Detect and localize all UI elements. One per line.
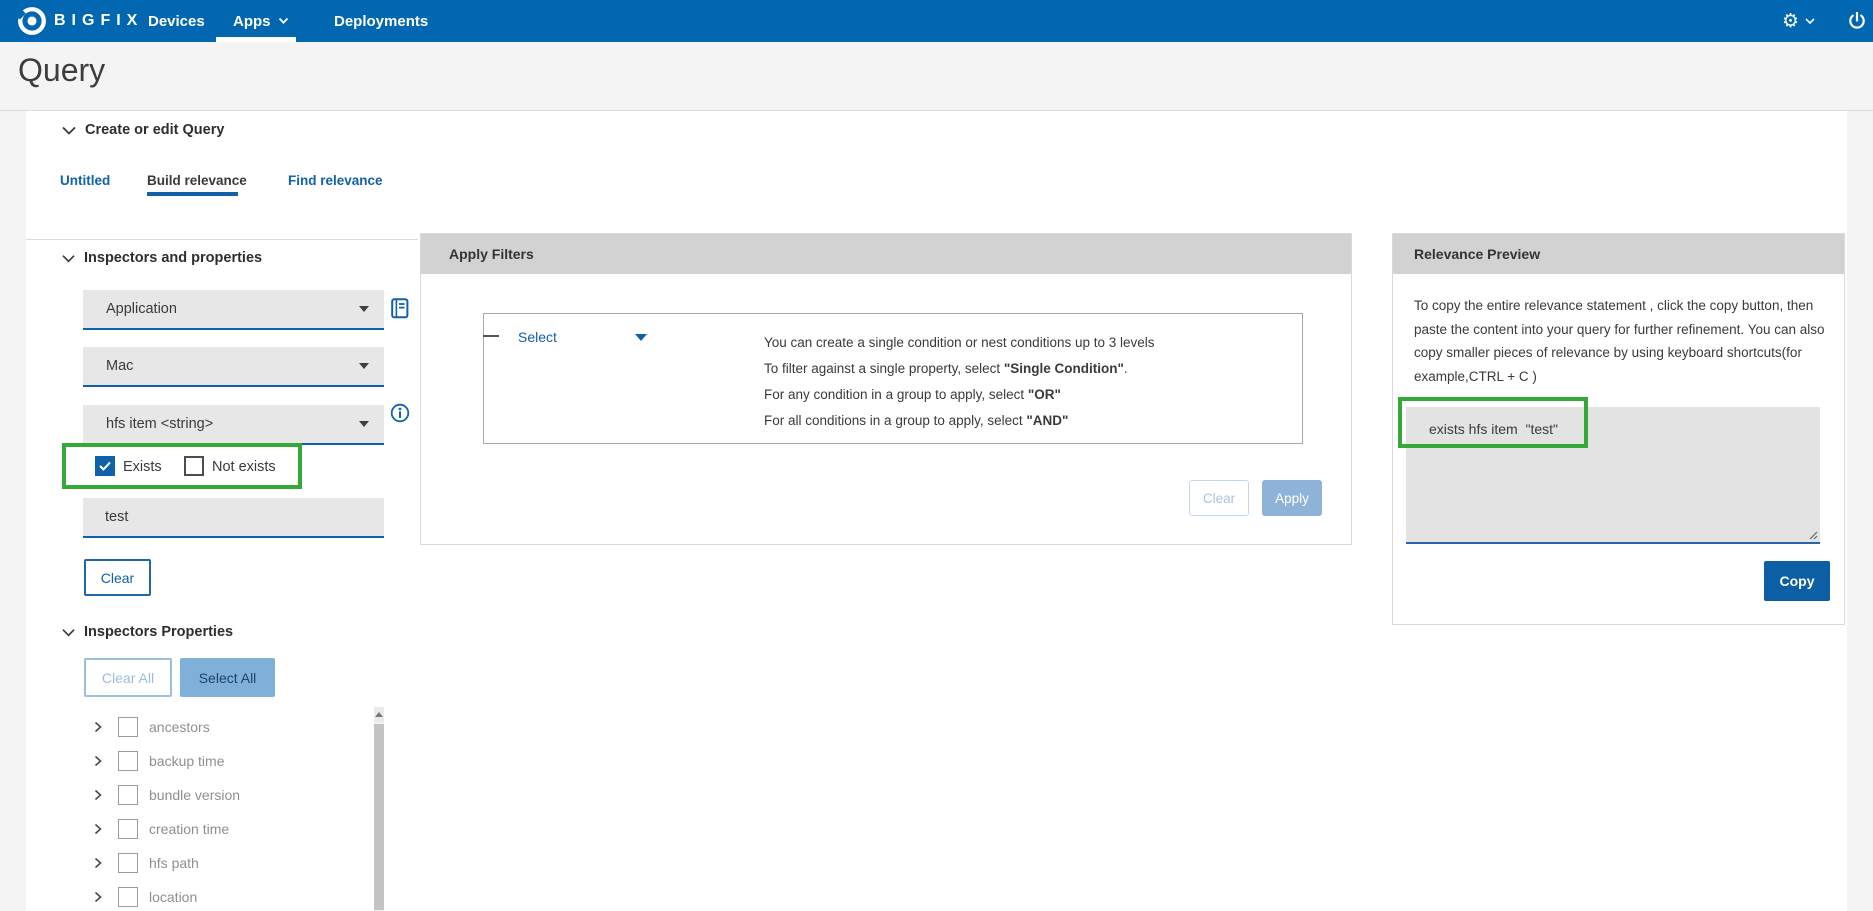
property-checkbox[interactable] (118, 819, 138, 839)
exists-label: Exists (123, 459, 162, 475)
chevron-down-icon (635, 334, 647, 341)
chevron-right-icon[interactable] (94, 789, 102, 801)
filters-apply-button[interactable]: Apply (1262, 480, 1322, 516)
property-tree: ancestors backup time bundle version cre… (84, 710, 370, 911)
relevance-textarea[interactable]: exists hfs item "test" (1406, 407, 1820, 544)
chevron-down-icon (62, 628, 75, 637)
active-tab-underline (147, 192, 238, 196)
relevance-preview-description: To copy the entire relevance statement ,… (1414, 294, 1828, 388)
tree-row: location (84, 880, 370, 911)
nav-item-apps[interactable]: Apps (233, 0, 289, 42)
tab-build-relevance[interactable]: Build relevance (147, 173, 247, 188)
query-log-notebook-icon[interactable] (391, 298, 409, 324)
tab-untitled[interactable]: Untitled (60, 173, 110, 188)
scrollbar-up-button[interactable] (374, 707, 384, 722)
inspector-dropdown-application[interactable]: Application (83, 290, 384, 330)
gear-icon: ⚙ (1782, 0, 1799, 42)
chevron-down-icon (359, 306, 369, 312)
chevron-down-icon (359, 421, 369, 427)
brand-text: BIGFIX (54, 12, 143, 30)
relevance-preview-header: Relevance Preview (1393, 234, 1844, 274)
chevron-right-icon[interactable] (94, 857, 102, 869)
power-logout-icon[interactable] (1846, 10, 1868, 37)
tree-scrollbar-track[interactable] (374, 707, 384, 911)
nav-item-deployments[interactable]: Deployments (334, 0, 428, 42)
clear-all-button[interactable]: Clear All (84, 658, 172, 697)
relevance-text: exists hfs item "test" (1406, 407, 1820, 437)
clear-button[interactable]: Clear (84, 559, 151, 596)
not-exists-label: Not exists (212, 459, 276, 475)
chevron-right-icon[interactable] (94, 823, 102, 835)
tree-row: hfs path (84, 846, 370, 880)
tree-row: backup time (84, 744, 370, 778)
tree-row: bundle version (84, 778, 370, 812)
chevron-down-icon (278, 17, 289, 25)
property-checkbox[interactable] (118, 785, 138, 805)
select-all-button[interactable]: Select All (180, 658, 275, 697)
page-title: Query (18, 52, 105, 89)
section-inspectors-properties[interactable]: Inspectors Properties (62, 624, 233, 640)
inspector-dropdown-property[interactable]: hfs item <string> (83, 405, 384, 445)
left-panel-divider (26, 239, 418, 240)
tree-connector-line (483, 335, 499, 337)
chevron-right-icon[interactable] (94, 721, 102, 733)
filters-clear-button[interactable]: Clear (1189, 480, 1249, 516)
tree-row: creation time (84, 812, 370, 846)
tree-scrollbar-thumb[interactable] (374, 724, 384, 910)
accordion-title: Create or edit Query (85, 122, 224, 138)
copy-button[interactable]: Copy (1764, 561, 1830, 601)
relevance-preview-panel: Relevance Preview To copy the entire rel… (1392, 233, 1845, 625)
property-checkbox[interactable] (118, 853, 138, 873)
info-icon[interactable] (390, 403, 410, 428)
property-checkbox[interactable] (118, 751, 138, 771)
chevron-down-icon (359, 363, 369, 369)
exists-checkbox[interactable] (95, 456, 115, 476)
bigfix-query-app: BIGFIX Devices Apps Deployments ⚙ (0, 0, 1873, 911)
filter-instructions: You can create a single condition or nes… (764, 330, 1155, 434)
chevron-down-icon (62, 254, 75, 263)
tree-row: ancestors (84, 710, 370, 744)
chevron-down-icon (1805, 18, 1815, 25)
brand-wordmark[interactable]: BIGFIX (54, 0, 143, 42)
section-title: Inspectors and properties (84, 250, 262, 266)
triangle-up-icon (375, 712, 383, 717)
value-input[interactable] (83, 498, 384, 538)
settings-menu[interactable]: ⚙ (1782, 0, 1815, 42)
property-checkbox[interactable] (118, 887, 138, 907)
condition-builder-box: Select You can create a single condition… (483, 313, 1303, 444)
section-inspectors-and-properties[interactable]: Inspectors and properties (62, 250, 262, 266)
property-checkbox[interactable] (118, 717, 138, 737)
resize-handle-icon[interactable] (1807, 529, 1818, 540)
not-exists-checkbox[interactable] (184, 456, 204, 476)
bigfix-logo-icon[interactable] (16, 5, 48, 42)
chevron-right-icon[interactable] (94, 891, 102, 903)
nav-item-devices[interactable]: Devices (148, 0, 205, 42)
top-navbar: BIGFIX Devices Apps Deployments ⚙ (0, 0, 1873, 42)
check-icon (99, 461, 111, 471)
apply-filters-header: Apply Filters (421, 234, 1351, 274)
chevron-right-icon[interactable] (94, 755, 102, 767)
inspector-dropdown-mac[interactable]: Mac (83, 347, 384, 387)
section-title: Inspectors Properties (84, 624, 233, 640)
apps-active-underline (216, 37, 296, 42)
tab-find-relevance[interactable]: Find relevance (288, 173, 383, 188)
condition-select-dropdown[interactable]: Select (518, 329, 647, 345)
accordion-create-or-edit-query[interactable]: Create or edit Query (62, 122, 224, 138)
apply-filters-panel: Apply Filters Select You can create a si… (420, 233, 1352, 545)
chevron-down-icon (62, 126, 76, 135)
